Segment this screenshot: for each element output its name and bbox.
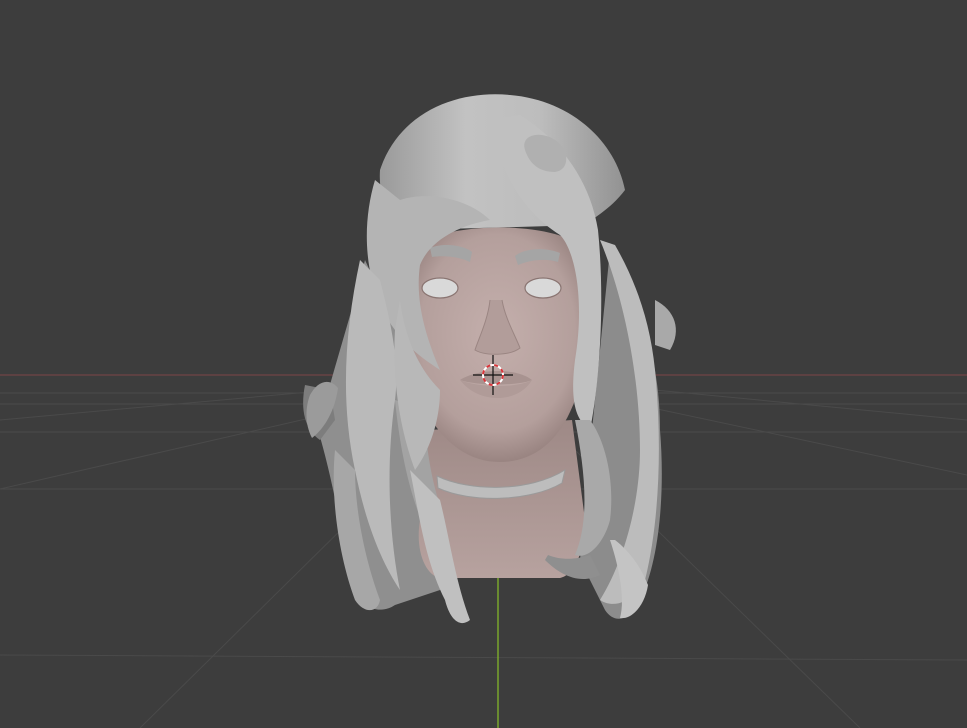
right-eye — [524, 277, 562, 299]
3d-viewport[interactable] — [0, 0, 967, 728]
viewport-canvas[interactable] — [0, 0, 967, 728]
left-eye — [421, 277, 459, 299]
